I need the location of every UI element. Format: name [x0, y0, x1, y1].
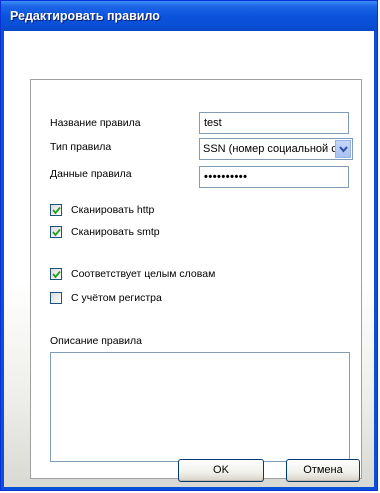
rule-name-value: test — [204, 117, 222, 129]
scan-http-option[interactable]: Сканировать http — [50, 203, 250, 219]
rule-form-panel: Название правила test Тип правила SSN (н… — [30, 79, 362, 479]
scan-smtp-checkbox[interactable] — [50, 226, 62, 238]
ok-button[interactable]: OK — [178, 459, 264, 482]
rule-data-password-input[interactable]: •••••••••• — [199, 166, 349, 188]
chevron-down-icon[interactable] — [335, 140, 351, 158]
dialog-client-area: Название правила test Тип правила SSN (н… — [4, 31, 374, 487]
scan-http-checkbox[interactable] — [50, 204, 62, 216]
window-title: Редактировать правило — [10, 9, 160, 23]
rule-type-selected-value: SSN (номер социальной с — [203, 143, 337, 155]
rule-type-select[interactable]: SSN (номер социальной с — [199, 138, 353, 160]
scan-http-label: Сканировать http — [71, 204, 155, 216]
rule-data-label: Данные правила — [50, 168, 132, 180]
scan-smtp-label: Сканировать smtp — [71, 226, 160, 238]
window-frame-bottom — [1, 487, 377, 490]
rule-name-input[interactable]: test — [199, 112, 349, 134]
scan-smtp-option[interactable]: Сканировать smtp — [50, 225, 250, 241]
whole-words-label: Соответствует целым словам — [71, 268, 216, 280]
cancel-button[interactable]: Отмена — [286, 459, 360, 482]
rule-name-label: Название правила — [50, 117, 141, 129]
whole-words-checkbox[interactable] — [50, 268, 62, 280]
whole-words-option[interactable]: Соответствует целым словам — [50, 267, 270, 283]
case-sensitive-label: С учётом регистра — [71, 292, 162, 304]
edit-rule-dialog: Редактировать правило Название правила t… — [0, 0, 378, 491]
description-label: Описание правила — [50, 335, 143, 347]
description-textarea[interactable] — [50, 352, 350, 462]
title-bar[interactable]: Редактировать правило — [1, 1, 377, 31]
window-frame-right — [374, 31, 377, 490]
rule-data-masked-value: •••••••••• — [204, 171, 248, 183]
case-sensitive-option[interactable]: С учётом регистра — [50, 291, 250, 307]
rule-type-label: Тип правила — [50, 141, 112, 153]
case-sensitive-checkbox[interactable] — [50, 292, 62, 304]
